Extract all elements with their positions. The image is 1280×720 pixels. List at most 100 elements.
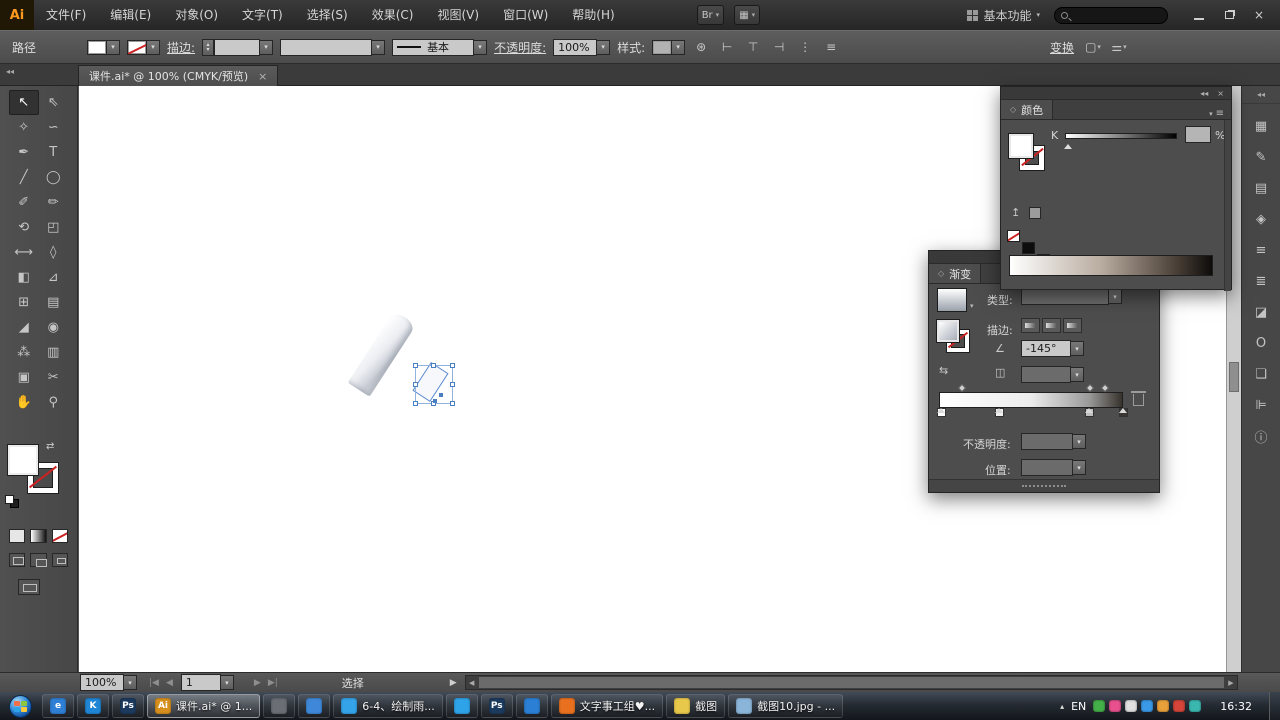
width-profile-combo[interactable]	[280, 38, 386, 56]
appearance-panel-icon[interactable]: O	[1249, 333, 1273, 354]
tray-icon-teal[interactable]	[1189, 700, 1202, 712]
lasso-tool[interactable]: ∽	[39, 115, 69, 140]
tab-close-icon[interactable]: ×	[258, 70, 267, 83]
stroke-gradient-across-button[interactable]	[1063, 318, 1082, 333]
perspective-grid-tool[interactable]: ⊿	[39, 265, 69, 290]
slice-tool[interactable]: ✂	[39, 365, 69, 390]
align-right-icon[interactable]: ⊣	[770, 38, 788, 56]
layers-panel-icon[interactable]: ≣	[1249, 271, 1273, 292]
direct-selection-tool[interactable]: ⇖	[39, 90, 69, 115]
brushes-panel-icon[interactable]: ✎	[1249, 147, 1273, 168]
zoom-level-field[interactable]: 100%	[80, 674, 124, 691]
stroke-gradient-along-button[interactable]	[1042, 318, 1061, 333]
tray-icon-pink[interactable]	[1109, 700, 1122, 712]
gradient-midpoint-marker[interactable]	[957, 383, 967, 393]
gradient-button[interactable]	[30, 529, 47, 543]
panel-collapse-icon[interactable]: ◂◂	[1200, 89, 1208, 98]
gradient-stop[interactable]	[995, 408, 1004, 417]
draw-normal-button[interactable]	[9, 553, 26, 567]
anchor-point[interactable]	[439, 393, 443, 397]
horizontal-scrollbar-thumb[interactable]	[478, 677, 1224, 688]
gradient-fill-proxy[interactable]	[937, 320, 959, 342]
start-button[interactable]	[0, 692, 40, 720]
previous-color-icon[interactable]: ↥	[1011, 206, 1020, 219]
menu-item[interactable]: 窗口(W)	[491, 0, 560, 30]
minimize-button[interactable]	[1184, 4, 1214, 26]
color-panel-tab[interactable]: 颜色	[1001, 100, 1054, 119]
horizontal-scrollbar[interactable]: ◀ ▶	[464, 675, 1238, 690]
selection-handle[interactable]	[450, 382, 455, 387]
taskbar-explorer[interactable]	[298, 694, 331, 718]
gradient-midpoint-marker[interactable]	[1085, 383, 1095, 393]
style-combo[interactable]	[652, 39, 686, 55]
first-artboard-icon[interactable]: |◀	[149, 678, 159, 688]
graphic-styles-panel-icon[interactable]: ❏	[1249, 364, 1273, 385]
fill-proxy[interactable]	[8, 445, 38, 475]
magic-wand-tool[interactable]: ✧	[9, 115, 39, 140]
isolate-object-icon[interactable]: ▢ ▾	[1084, 38, 1102, 56]
selection-handle[interactable]	[413, 382, 418, 387]
draw-inside-button[interactable]	[51, 553, 68, 567]
panel-menu-icon[interactable]: ▾≡	[1209, 108, 1231, 119]
pen-tool[interactable]: ✒	[9, 140, 39, 165]
anchor-point[interactable]	[433, 399, 437, 403]
gradient-slider-ramp[interactable]	[939, 392, 1123, 408]
reverse-gradient-icon[interactable]: ⇆	[939, 364, 948, 377]
bridge-button[interactable]: Br ▾	[696, 5, 725, 25]
artboard-navigation-combo[interactable]: 1	[180, 674, 234, 691]
document-tab[interactable]: 课件.ai* @ 100% (CMYK/预览) ×	[78, 65, 279, 86]
previous-artboard-icon[interactable]: ◀	[166, 678, 173, 688]
close-button[interactable]: ×	[1244, 4, 1274, 26]
delete-stop-icon[interactable]	[1131, 391, 1146, 406]
transparency-panel-icon[interactable]: ◪	[1249, 302, 1273, 323]
taskbar-app-gray[interactable]	[263, 694, 296, 718]
stop-location-combo[interactable]	[1021, 459, 1086, 476]
gradient-tool[interactable]: ▤	[39, 290, 69, 315]
eyedropper-tool[interactable]: ◢	[9, 315, 39, 340]
menu-item[interactable]: 效果(C)	[360, 0, 426, 30]
menu-item[interactable]: 视图(V)	[425, 0, 491, 30]
gradient-midpoint-marker[interactable]	[1100, 383, 1110, 393]
tray-icon-red[interactable]	[1173, 700, 1186, 712]
selection-handle[interactable]	[450, 363, 455, 368]
color-button[interactable]	[9, 529, 26, 543]
taskbar-thunder[interactable]	[515, 694, 548, 718]
gradient-angle-combo[interactable]: -145°	[1021, 340, 1084, 357]
symbols-panel-icon[interactable]: ◈	[1249, 209, 1273, 230]
taskbar-photoshop-2[interactable]: Ps	[480, 694, 513, 718]
align-left-icon[interactable]: ⊢	[718, 38, 736, 56]
workspace-switcher[interactable]: 基本功能 ▾	[967, 7, 1040, 24]
dock-collapse-icon[interactable]: ◂◂	[1242, 86, 1280, 104]
distribute-objects-icon[interactable]: ⋮	[796, 38, 814, 56]
color-spectrum-ramp[interactable]	[1009, 255, 1213, 276]
stop-opacity-combo[interactable]	[1021, 433, 1086, 450]
transform-link[interactable]: 变换	[1050, 39, 1074, 56]
arrange-documents-button[interactable]: ▦ ▾	[734, 5, 761, 25]
stroke-link[interactable]: 描边:	[167, 39, 195, 56]
paintbrush-tool[interactable]: ✐	[9, 190, 39, 215]
free-transform-tool[interactable]: ◊	[39, 240, 69, 265]
gradient-stop[interactable]	[1085, 408, 1094, 417]
gradient-preview-swatch[interactable]	[937, 288, 967, 312]
scroll-left-icon[interactable]: ◀	[466, 677, 478, 688]
vertical-scrollbar-thumb[interactable]	[1229, 362, 1239, 392]
aspect-ratio-combo[interactable]	[1021, 366, 1084, 383]
menu-item[interactable]: 文字(T)	[230, 0, 295, 30]
tray-icon-white[interactable]	[1125, 700, 1138, 712]
symbol-sprayer-tool[interactable]: ⁂	[9, 340, 39, 365]
align-panel-icon[interactable]: ⊫	[1249, 395, 1273, 416]
column-graph-tool[interactable]: ▥	[39, 340, 69, 365]
opacity-link[interactable]: 不透明度:	[494, 39, 546, 56]
brush-definition-combo[interactable]: 基本	[392, 38, 488, 56]
stroke-weight-combo[interactable]	[202, 38, 274, 56]
status-expand-icon[interactable]: ▶	[450, 678, 457, 688]
selection-handle[interactable]	[413, 363, 418, 368]
chalk-object[interactable]	[347, 310, 417, 397]
artboard-number-field[interactable]: 1	[180, 674, 221, 691]
panel-fill-proxy[interactable]	[1009, 134, 1033, 158]
panel-close-icon[interactable]: ×	[1217, 89, 1224, 98]
pencil-tool[interactable]: ✏	[39, 190, 69, 215]
line-segment-tool[interactable]: ╱	[9, 165, 39, 190]
taskbar-tencent[interactable]	[445, 694, 478, 718]
type-tool[interactable]: T	[39, 140, 69, 165]
